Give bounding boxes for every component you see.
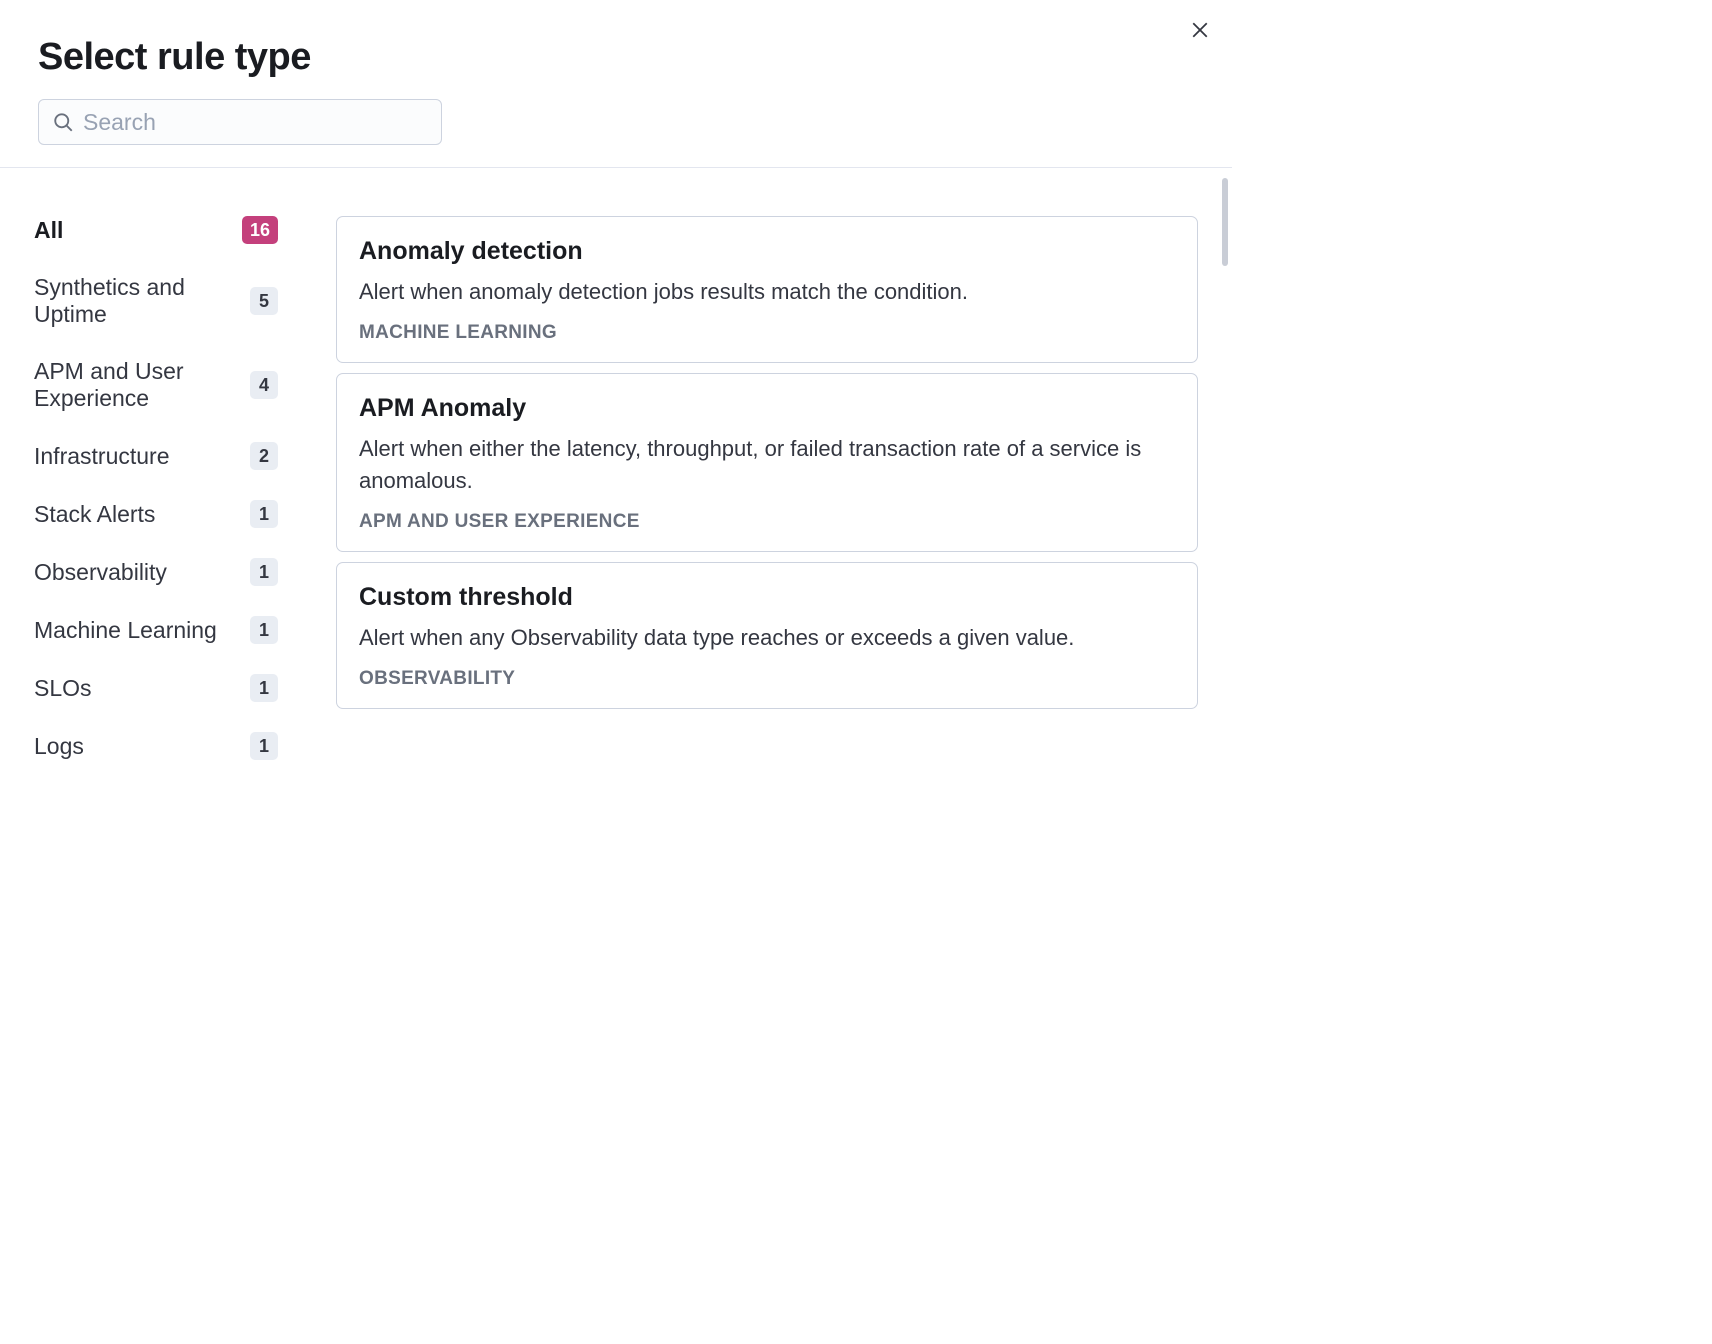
search-input[interactable] [83,109,427,136]
rule-card-title: Custom threshold [359,583,1175,612]
rule-card-title: Anomaly detection [359,237,1175,266]
sidebar-item-all[interactable]: All 16 [34,216,302,244]
sidebar-item-infrastructure[interactable]: Infrastructure 2 [34,442,302,470]
search-row [0,79,1232,168]
search-box[interactable] [38,99,442,145]
select-rule-type-modal: Select rule type All 16 Synthetics and U… [0,0,1232,968]
rule-card-tag: MACHINE LEARNING [359,322,1175,344]
scrollbar-thumb[interactable] [1222,178,1228,266]
count-badge: 1 [250,732,278,760]
count-badge: 5 [250,287,278,315]
rule-type-list-inner: Anomaly detection Alert when anomaly det… [336,216,1204,709]
modal-title: Select rule type [38,36,1194,79]
count-badge: 1 [250,616,278,644]
sidebar-item-label: Logs [34,733,84,760]
sidebar-item-label: Observability [34,559,167,586]
sidebar-item-apm-ux[interactable]: APM and User Experience 4 [34,358,302,412]
sidebar-item-label: Infrastructure [34,443,170,470]
rule-card-description: Alert when anomaly detection jobs result… [359,276,1175,308]
sidebar-item-label: SLOs [34,675,92,702]
rule-card-apm-anomaly[interactable]: APM Anomaly Alert when either the latenc… [336,373,1198,552]
search-icon [53,112,73,132]
rule-card-title: APM Anomaly [359,394,1175,423]
rule-card-description: Alert when either the latency, throughpu… [359,433,1175,497]
count-badge: 4 [250,371,278,399]
count-badge: 16 [242,216,278,244]
count-badge: 1 [250,558,278,586]
rule-card-tag: APM AND USER EXPERIENCE [359,511,1175,533]
close-button[interactable] [1184,14,1216,46]
sidebar-item-observability[interactable]: Observability 1 [34,558,302,586]
close-icon [1191,21,1209,39]
sidebar-item-logs[interactable]: Logs 1 [34,732,302,760]
rule-card-description: Alert when any Observability data type r… [359,622,1175,654]
count-badge: 1 [250,500,278,528]
rule-card-tag: OBSERVABILITY [359,668,1175,690]
sidebar-item-machine-learning[interactable]: Machine Learning 1 [34,616,302,644]
rule-card-anomaly-detection[interactable]: Anomaly detection Alert when anomaly det… [336,216,1198,363]
sidebar-item-synthetics-uptime[interactable]: Synthetics and Uptime 5 [34,274,302,328]
sidebar-item-label: APM and User Experience [34,358,250,412]
sidebar-item-label: Machine Learning [34,617,217,644]
count-badge: 2 [250,442,278,470]
sidebar-item-slos[interactable]: SLOs 1 [34,674,302,702]
rule-card-custom-threshold[interactable]: Custom threshold Alert when any Observab… [336,562,1198,709]
rule-type-list[interactable]: Anomaly detection Alert when anomaly det… [302,216,1232,968]
modal-body: All 16 Synthetics and Uptime 5 APM and U… [0,168,1232,968]
category-sidebar: All 16 Synthetics and Uptime 5 APM and U… [0,216,302,968]
modal-header: Select rule type [0,0,1232,79]
sidebar-item-stack-alerts[interactable]: Stack Alerts 1 [34,500,302,528]
sidebar-item-label: Stack Alerts [34,501,155,528]
sidebar-item-label: Synthetics and Uptime [34,274,250,328]
sidebar-item-label: All [34,217,63,244]
count-badge: 1 [250,674,278,702]
